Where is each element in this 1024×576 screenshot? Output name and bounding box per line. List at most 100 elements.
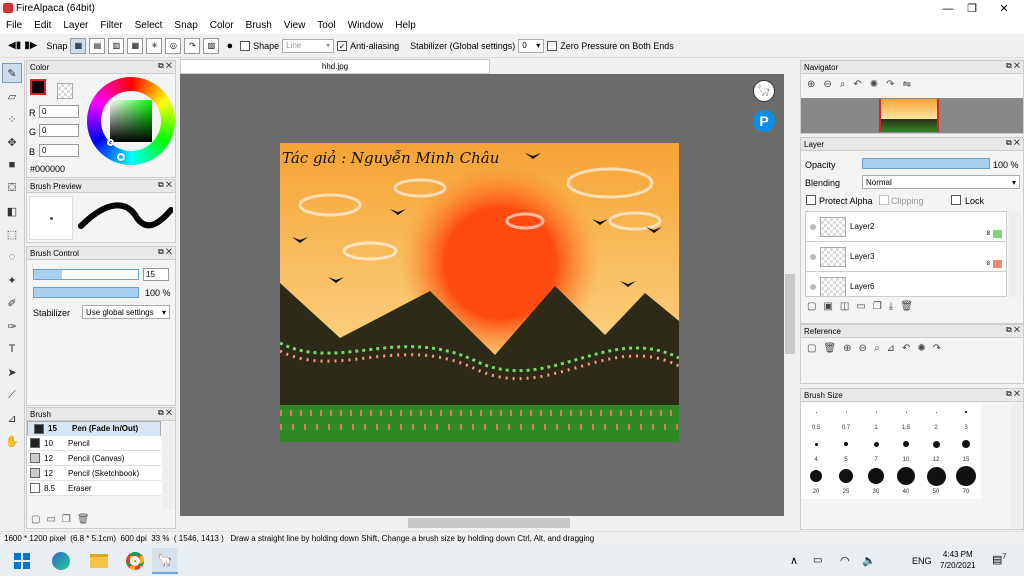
menu-filter[interactable]: Filter	[94, 20, 128, 31]
snap-off-icon[interactable]: ▦	[70, 37, 87, 54]
close-button[interactable]: ✕	[984, 0, 1024, 17]
dot-icon[interactable]: ●	[226, 40, 233, 52]
eyedropper-icon[interactable]: ⊿	[2, 408, 22, 428]
menu-select[interactable]: Select	[129, 20, 169, 31]
delete-reference-icon[interactable]: 🗑	[823, 343, 843, 354]
panel-close-icon[interactable]: ⧉ ✕	[1006, 138, 1020, 148]
menu-view[interactable]: View	[278, 20, 312, 31]
brush-size-dot[interactable]	[801, 467, 831, 485]
operation-tool-icon[interactable]: ➤	[2, 362, 22, 382]
new-8bit-layer-icon[interactable]: ▣	[823, 301, 839, 312]
ref-eyedropper-icon[interactable]: ⊿	[887, 343, 902, 354]
add-brush-icon[interactable]: ▢	[31, 514, 46, 525]
brush-stabilizer-select[interactable]: Use global settings ▾	[82, 305, 170, 319]
brush-size-dot[interactable]	[891, 467, 921, 485]
layer-visibility-icon[interactable]	[810, 253, 816, 260]
brush-size-dot[interactable]	[861, 435, 891, 453]
menu-file[interactable]: File	[0, 20, 28, 31]
hand-tool-icon[interactable]: ✋	[2, 431, 22, 451]
vertical-scroll-thumb[interactable]	[785, 274, 795, 354]
panel-close-icon[interactable]: ⧉ ✕	[158, 61, 172, 71]
blending-select[interactable]: Normal ▾	[862, 175, 1020, 189]
ref-rotate-reset-icon[interactable]: ✺	[917, 343, 932, 354]
brush-size-dot[interactable]	[801, 435, 831, 453]
brush-size-input[interactable]: 15	[143, 268, 169, 281]
panel-close-icon[interactable]: ⧉ ✕	[158, 180, 172, 190]
brush-item[interactable]: 15 Pen (Fade In/Out)	[27, 421, 161, 436]
fill-tool-icon[interactable]: ■	[2, 155, 22, 175]
delete-layer-icon[interactable]: 🗑	[900, 301, 920, 312]
snap-curve-icon[interactable]: ↷	[184, 37, 201, 54]
snap-vanish-icon[interactable]: ▧	[203, 37, 220, 54]
brush-size-dot[interactable]	[831, 435, 861, 453]
brush-size-dot[interactable]	[831, 467, 861, 485]
horizontal-scrollbar[interactable]	[180, 516, 796, 530]
snap-circle-icon[interactable]: ◎	[165, 37, 182, 54]
sv-square[interactable]	[110, 100, 152, 142]
snap-radial-icon[interactable]: ✳	[146, 37, 163, 54]
navigator-viewport[interactable]	[879, 99, 939, 132]
panel-close-icon[interactable]: ⧉ ✕	[158, 408, 172, 418]
menu-brush[interactable]: Brush	[240, 20, 278, 31]
alpaca-icon[interactable]: 🦙	[753, 80, 775, 102]
rotate-right-icon[interactable]: ↷	[886, 79, 902, 90]
brush-list-scrollbar[interactable]	[163, 422, 175, 510]
protect-alpha-checkbox[interactable]	[806, 195, 816, 205]
delete-brush-icon[interactable]: 🗑	[77, 514, 96, 525]
menu-snap[interactable]: Snap	[168, 20, 203, 31]
panel-close-icon[interactable]: ⧉ ✕	[1006, 325, 1020, 335]
horizontal-scroll-thumb[interactable]	[408, 518, 570, 528]
hue-marker[interactable]	[117, 153, 125, 161]
show-hidden-icons[interactable]: ∧	[790, 554, 798, 567]
g-input[interactable]: 0	[39, 124, 79, 137]
layer-opacity-slider[interactable]	[862, 158, 990, 169]
ref-zoom-in-icon[interactable]: ⊕	[843, 343, 858, 354]
flip-icon[interactable]: ⇋	[903, 79, 919, 90]
layer-visibility-icon[interactable]	[810, 223, 816, 230]
b-input[interactable]: 0	[39, 144, 79, 157]
menu-tool[interactable]: Tool	[311, 20, 341, 31]
dot-tool-icon[interactable]: ⁘	[2, 109, 22, 129]
artwork[interactable]: Tác giả : Nguyễn Minh Châu	[280, 143, 679, 442]
brush-size-dot[interactable]	[891, 435, 921, 453]
zoom-in-icon[interactable]: ⊕	[807, 79, 823, 90]
zero-pressure-checkbox[interactable]	[547, 40, 558, 51]
vertical-scrollbar[interactable]	[784, 74, 796, 516]
menu-window[interactable]: Window	[342, 20, 390, 31]
magic-wand-icon[interactable]: ✦	[2, 270, 22, 290]
antialias-checkbox[interactable]: ✓	[337, 40, 348, 51]
color-wheel[interactable]	[87, 77, 175, 165]
ref-zoom-out-icon[interactable]: ⊖	[859, 343, 874, 354]
open-reference-icon[interactable]: ▢	[807, 343, 823, 354]
duplicate-layer-icon[interactable]: ❐	[873, 301, 889, 312]
firealpaca-taskbar-icon[interactable]: 🦙	[152, 547, 178, 574]
text-tool-icon[interactable]: T	[2, 339, 22, 359]
folder-icon[interactable]: ▭	[46, 514, 61, 525]
divide-tool-icon[interactable]: ⟋	[2, 385, 22, 405]
battery-icon[interactable]: ▭	[813, 555, 822, 566]
snap-grid-icon[interactable]: ▦	[127, 37, 144, 54]
menu-edit[interactable]: Edit	[28, 20, 57, 31]
brush-size-dot[interactable]	[951, 435, 981, 453]
select-tool-icon[interactable]: ⬚	[2, 224, 22, 244]
document-tab[interactable]: hhd.jpg	[180, 59, 490, 74]
brush-size-slider[interactable]	[33, 269, 139, 280]
select-pen-icon[interactable]: ✐	[2, 293, 22, 313]
new-layer-icon[interactable]: ▢	[807, 301, 823, 312]
panel-close-icon[interactable]: ⧉ ✕	[1006, 61, 1020, 71]
layer-row[interactable]: Layer2 8	[806, 212, 1006, 242]
snap-cross-icon[interactable]: ▥	[108, 37, 125, 54]
brush-size-dot[interactable]	[951, 466, 981, 486]
secondary-color-swatch[interactable]	[57, 83, 73, 99]
layer-list-scrollbar[interactable]	[1009, 211, 1021, 297]
menu-layer[interactable]: Layer	[57, 20, 94, 31]
rotate-reset-icon[interactable]: ✺	[870, 79, 886, 90]
brush-item[interactable]: 8.5 Eraser	[27, 481, 161, 496]
layer-row[interactable]: Layer6	[806, 272, 1006, 296]
brush-size-dot[interactable]	[921, 466, 951, 486]
pixiv-icon[interactable]: P	[753, 110, 775, 132]
brush-item[interactable]: 10 Pencil	[27, 436, 161, 451]
new-1bit-layer-icon[interactable]: ◫	[840, 301, 856, 312]
gradient-tool-icon[interactable]: ◧	[2, 201, 22, 221]
pen-tool-icon[interactable]: ✎	[2, 63, 22, 83]
